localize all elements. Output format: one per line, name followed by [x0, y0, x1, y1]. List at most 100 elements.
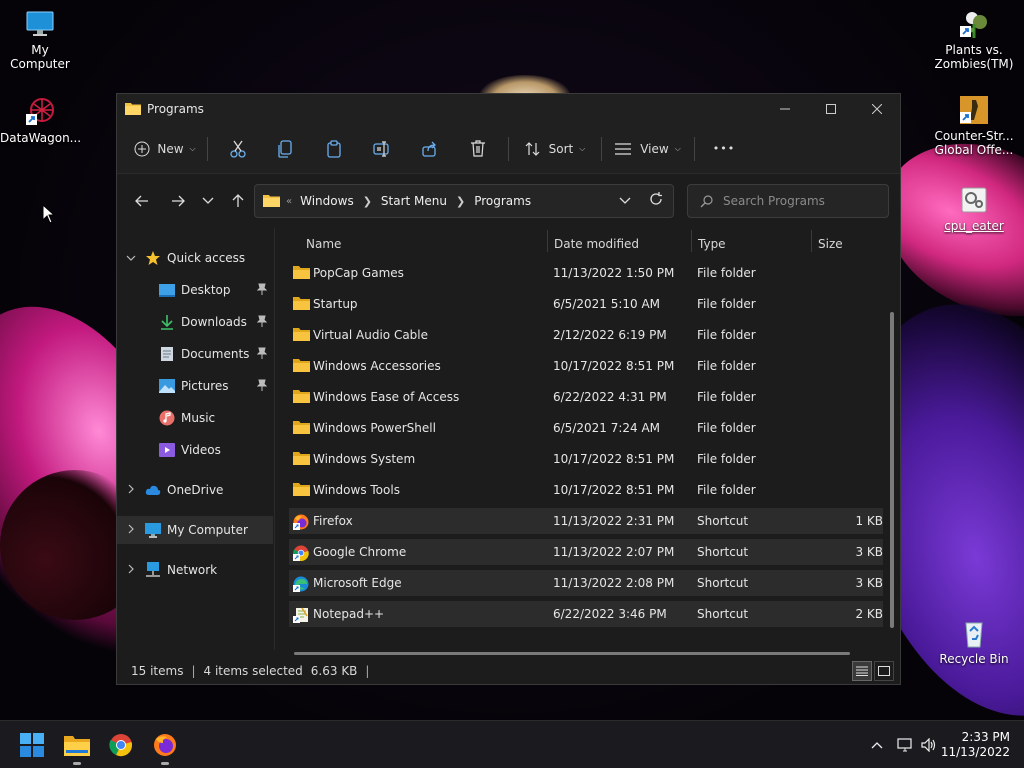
back-button[interactable] [127, 186, 157, 216]
chrome-icon [109, 734, 132, 757]
nav-network[interactable]: Network [117, 556, 273, 584]
minimize-button[interactable] [762, 94, 808, 124]
file-type: File folder [697, 483, 756, 497]
nav-my-computer[interactable]: My Computer [117, 516, 273, 544]
details-view-button[interactable] [852, 661, 872, 681]
breadcrumb-start-menu[interactable]: Start Menu [381, 194, 447, 208]
file-name: Virtual Audio Cable [313, 328, 429, 342]
chevron-right-icon[interactable] [117, 524, 145, 537]
file-size: 1 KB [855, 514, 883, 528]
taskbar-firefox[interactable] [145, 729, 185, 765]
file-row[interactable]: Virtual Audio Cable 2/12/2022 6:19 PM File… [289, 321, 883, 349]
refresh-icon [650, 192, 662, 205]
chevron-down-icon[interactable] [117, 253, 145, 264]
network-status-button[interactable] [894, 729, 916, 761]
edge-icon [293, 576, 310, 592]
desktop-icon-cpu-eater[interactable]: cpu_eater [934, 184, 1014, 233]
file-date: 6/22/2022 4:31 PM [553, 390, 667, 404]
breadcrumb-programs[interactable]: Programs [474, 194, 531, 208]
up-button[interactable] [223, 186, 253, 216]
file-name: Firefox [313, 514, 353, 528]
folder-icon [293, 265, 310, 281]
chevron-right-icon[interactable] [117, 484, 145, 497]
firefox-icon [154, 734, 176, 756]
paste-button[interactable] [310, 133, 358, 165]
file-row[interactable]: Microsoft Edge 11/13/2022 2:08 PM Shortcut… [289, 570, 883, 596]
nav-downloads[interactable]: Downloads [117, 308, 273, 336]
file-row[interactable]: Windows Ease of Access 6/22/2022 4:31 PM F… [289, 383, 883, 411]
plants-vs-zombies-icon [958, 8, 990, 40]
file-date: 10/17/2022 8:51 PM [553, 483, 675, 497]
horizontal-scrollbar[interactable] [294, 652, 850, 655]
desktop-icon-counter-strike[interactable]: Counter-Str... Global Offe... [934, 94, 1014, 157]
file-row[interactable]: Windows Tools 10/17/2022 8:51 PM File fold… [289, 476, 883, 504]
pin-icon [256, 347, 268, 362]
delete-button[interactable] [454, 133, 502, 165]
taskbar-file-explorer[interactable] [57, 729, 97, 765]
taskbar-chrome[interactable] [101, 729, 141, 761]
address-history-button[interactable] [619, 194, 631, 208]
share-button[interactable] [406, 133, 454, 165]
file-date: 11/13/2022 2:31 PM [553, 514, 675, 528]
file-row[interactable]: Startup 6/5/2021 5:10 AM File folder [289, 290, 883, 318]
file-name: Microsoft Edge [313, 576, 402, 590]
rename-button[interactable] [358, 133, 406, 165]
videos-icon [159, 442, 175, 458]
breadcrumb-windows[interactable]: Windows [300, 194, 354, 208]
recent-locations-button[interactable] [193, 186, 223, 216]
maximize-icon [826, 104, 836, 114]
file-size: 3 KB [855, 576, 883, 590]
copy-icon [278, 139, 292, 158]
title-bar[interactable]: Programs [117, 94, 900, 124]
pictures-icon [159, 378, 175, 394]
nav-desktop[interactable]: Desktop [117, 276, 273, 304]
file-row[interactable]: Windows Accessories 10/17/2022 8:51 PM Fil… [289, 352, 883, 380]
new-button[interactable]: New ⌵ [129, 133, 201, 165]
desktop-icon-my-computer[interactable]: My Computer [0, 8, 80, 71]
nav-documents[interactable]: Documents [117, 340, 273, 368]
refresh-button[interactable] [649, 192, 663, 209]
show-hidden-icons-button[interactable] [866, 729, 888, 761]
file-row[interactable]: PopCap Games 11/13/2022 1:50 PM File folde… [289, 259, 883, 287]
nav-onedrive[interactable]: OneDrive [117, 476, 273, 504]
folder-icon [293, 451, 310, 467]
nav-quick-access[interactable]: Quick access [117, 244, 273, 272]
chevron-right-icon[interactable] [117, 564, 145, 577]
search-input[interactable] [723, 194, 883, 208]
start-button[interactable] [12, 729, 52, 761]
desktop-icon-label: Counter-Str... Global Offe... [934, 129, 1014, 157]
file-row[interactable]: Notepad++ 6/22/2022 3:46 PM Shortcut 2 KB [289, 601, 883, 627]
file-row[interactable]: Windows System 10/17/2022 8:51 PM File fol… [289, 445, 883, 473]
file-row[interactable]: Google Chrome 11/13/2022 2:07 PM Shortcut 3… [289, 539, 883, 565]
nav-music[interactable]: Music [117, 404, 273, 432]
view-button[interactable]: View ⌵ [608, 133, 688, 165]
mouse-cursor-icon [42, 204, 56, 224]
copy-button[interactable] [262, 133, 310, 165]
clock[interactable]: 2:33 PM 11/13/2022 [941, 730, 1010, 760]
maximize-button[interactable] [808, 94, 854, 124]
more-options-button[interactable]: ••• [701, 133, 747, 165]
file-row[interactable]: Firefox 11/13/2022 2:31 PM Shortcut 1 KB [289, 508, 883, 534]
file-row[interactable]: Windows PowerShell 6/5/2021 7:24 AM File f… [289, 414, 883, 442]
file-type: File folder [697, 421, 756, 435]
nav-pictures[interactable]: Pictures [117, 372, 273, 400]
tiles-view-button[interactable] [874, 661, 894, 681]
volume-button[interactable] [918, 729, 940, 761]
vertical-scrollbar[interactable] [890, 312, 894, 628]
desktop-icon-plants-vs-zombies[interactable]: Plants vs. Zombies(TM) [934, 8, 1014, 71]
cut-button[interactable] [214, 133, 262, 165]
close-button[interactable] [854, 94, 900, 124]
forward-button[interactable] [163, 186, 193, 216]
file-explorer-window[interactable]: Programs New ⌵ Sort ⌵ View ⌵ ••• « Windo… [116, 93, 901, 685]
desktop-icon-recycle-bin[interactable]: Recycle Bin [934, 617, 1014, 666]
search-box[interactable] [687, 184, 889, 218]
window-title: Programs [147, 102, 204, 116]
address-bar[interactable]: « Windows ❯ Start Menu ❯ Programs [254, 184, 674, 218]
chevron-right-icon[interactable]: ❯ [363, 195, 372, 208]
overflow-crumb[interactable]: « [286, 196, 292, 207]
desktop-icon-datawagon[interactable]: DataWagon... [0, 96, 81, 145]
chevron-right-icon[interactable]: ❯ [456, 195, 465, 208]
nav-videos[interactable]: Videos [117, 436, 273, 464]
monitor-icon [145, 522, 161, 538]
sort-button[interactable]: Sort ⌵ [515, 133, 595, 165]
